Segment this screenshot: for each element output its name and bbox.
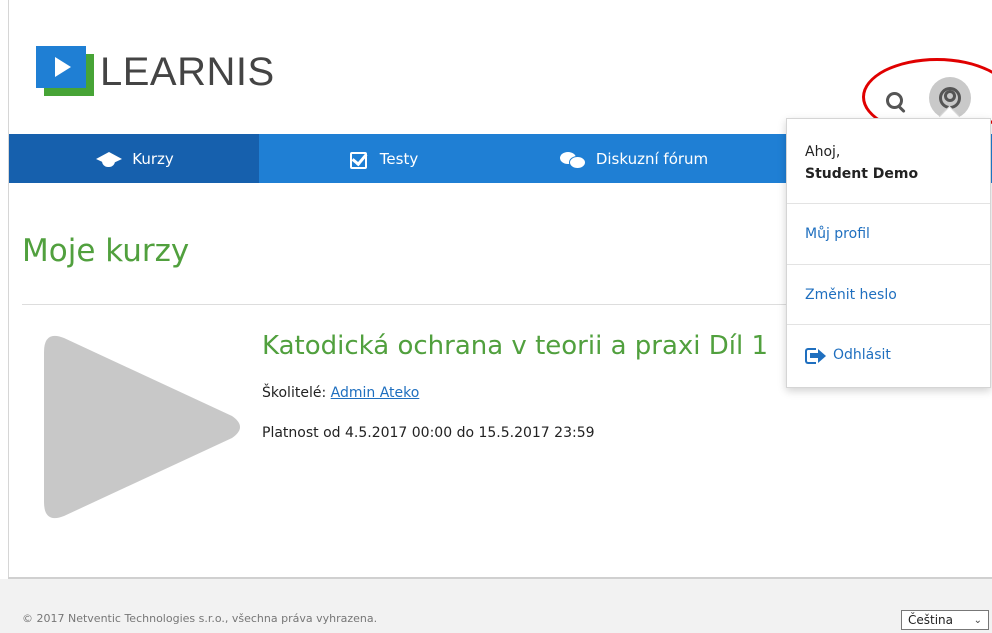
menu-divider [787, 324, 990, 325]
trainer-link[interactable]: Admin Ateko [331, 385, 420, 401]
logout-link[interactable]: Odhlásit [805, 347, 891, 364]
course-validity: Platnost od 4.5.2017 00:00 do 15.5.2017 … [262, 425, 595, 441]
nav-item-testy[interactable]: Testy [259, 134, 509, 183]
chat-bubbles-icon [559, 150, 586, 169]
title-divider [22, 304, 792, 305]
trainers-label: Školitelé: [262, 385, 327, 401]
user-name: Student Demo [805, 166, 919, 182]
my-profile-link[interactable]: Můj profil [805, 226, 870, 242]
user-menu-dropdown: Ahoj, Student Demo Můj profil Změnit hes… [786, 118, 991, 388]
logout-label: Odhlásit [833, 347, 891, 363]
course-title[interactable]: Katodická ochrana v teorii a praxi Díl 1 [262, 331, 768, 361]
checkbox-icon [349, 149, 370, 169]
nav-item-label: Testy [379, 149, 419, 168]
menu-divider [787, 264, 990, 265]
nav-item-kurzy[interactable]: Kurzy [9, 134, 259, 183]
page-title: Moje kurzy [22, 233, 190, 269]
language-select[interactable]: Čeština ⌄ [901, 610, 989, 630]
chevron-down-icon: ⌄ [973, 614, 982, 626]
course-thumbnail-play-icon[interactable] [44, 330, 244, 524]
logo-play-icon [36, 46, 96, 98]
greeting-text: Ahoj, [805, 144, 841, 160]
sign-out-icon [805, 347, 826, 364]
nav-item-label: Kurzy [132, 149, 174, 168]
graduation-cap-icon [94, 150, 123, 168]
course-trainers: Školitelé: Admin Ateko [262, 385, 419, 401]
change-password-link[interactable]: Změnit heslo [805, 287, 897, 303]
page-frame-left [8, 0, 9, 580]
nav-item-diskuzni-forum[interactable]: Diskuzní fórum [509, 134, 759, 183]
language-value: Čeština [908, 613, 954, 627]
footer-copyright: © 2017 Netventic Technologies s.r.o., vš… [22, 612, 378, 625]
menu-divider [787, 203, 990, 204]
logo-text: LEARNIS [100, 50, 275, 94]
nav-item-label: Diskuzní fórum [595, 149, 709, 168]
learnis-logo[interactable]: LEARNIS [36, 46, 275, 98]
user-greeting: Ahoj, Student Demo [805, 141, 918, 185]
